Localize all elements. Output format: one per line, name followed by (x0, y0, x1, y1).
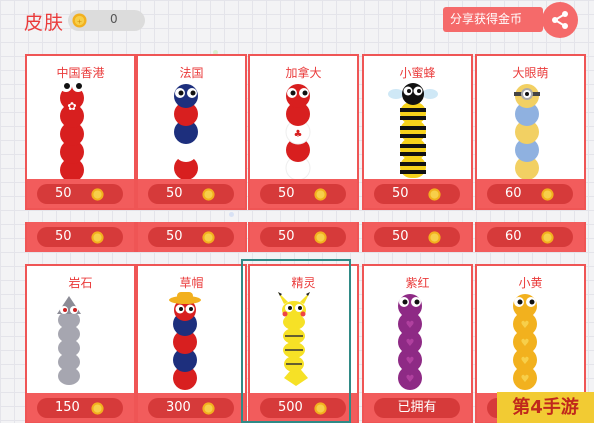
skin-card-hongkong[interactable]: 中国香港 ✿ 50 (25, 54, 136, 210)
price-value: 50 (55, 186, 72, 201)
svg-text:♥: ♥ (406, 374, 415, 385)
coin-amount: 0 (110, 12, 118, 26)
coin-icon (314, 231, 327, 244)
price-band: 50 (27, 179, 134, 208)
skin-card-strawhat[interactable]: 草帽 300 (136, 264, 247, 423)
skin-name: 小黄 (518, 276, 543, 290)
skin-name: 法国 (179, 66, 204, 80)
selection-highlight (241, 259, 351, 423)
price-value: 50 (278, 186, 295, 201)
coin-icon (91, 402, 104, 415)
buy-button[interactable]: 50 (37, 184, 123, 204)
snake-rock-image (57, 296, 81, 385)
coin-icon (202, 188, 215, 201)
share-button[interactable]: 分享获得金币 (443, 7, 543, 32)
svg-text:♥: ♥ (521, 356, 530, 367)
svg-text:♥: ♥ (521, 320, 530, 331)
snake-purple-image: ♥ ♥ ♥ ♥ (398, 294, 422, 390)
buy-button[interactable]: 50 (374, 227, 460, 247)
price-band: 已拥有 (364, 393, 471, 422)
buy-button[interactable]: 60 (487, 184, 573, 204)
buy-button[interactable]: 50 (374, 184, 460, 204)
svg-text:✿: ✿ (67, 100, 76, 113)
coin-icon (91, 231, 104, 244)
price-band: 60 (477, 179, 584, 208)
buy-button[interactable]: 60 (487, 227, 573, 247)
price-band: 50 (138, 179, 245, 208)
owned-badge[interactable]: 已拥有 (374, 398, 460, 418)
coin-icon (91, 188, 104, 201)
buy-button[interactable]: 50 (148, 184, 234, 204)
buy-button[interactable]: 300 (148, 398, 234, 418)
price-value: 50 (392, 186, 409, 201)
skin-card-purple[interactable]: 紫红 ♥ ♥ ♥ ♥ 已拥有 (362, 264, 473, 423)
coin-icon (541, 231, 554, 244)
snake-canada-image: ♣ (285, 84, 311, 181)
skin-card-minion[interactable]: 大眼萌 60 (475, 54, 586, 210)
price-value: 300 (166, 400, 191, 415)
watermark-logo: 第4手游 (497, 392, 594, 423)
price-band: 50 (364, 179, 471, 208)
svg-text:♥: ♥ (521, 338, 530, 349)
svg-text:♣: ♣ (294, 129, 303, 140)
price-band-repeat: 50 (362, 222, 473, 252)
price-band-repeat: 50 (248, 222, 359, 252)
snake-hongkong-image: ✿ (60, 80, 84, 182)
share-icon (552, 11, 568, 29)
price-value: 50 (166, 186, 183, 201)
skin-card-canada[interactable]: 加拿大 ♣ 50 (248, 54, 359, 210)
buy-button[interactable]: 50 (260, 184, 346, 204)
svg-text:♥: ♥ (406, 356, 415, 367)
svg-text:♥: ♥ (521, 374, 530, 385)
coin-icon: + (72, 13, 87, 28)
svg-text:♥: ♥ (406, 338, 415, 349)
skin-name: 紫红 (405, 276, 430, 290)
skin-name: 大眼萌 (512, 66, 549, 80)
buy-button[interactable]: 150 (37, 398, 123, 418)
price-band: 150 (27, 393, 134, 422)
background-dot (229, 212, 234, 217)
skin-card-rock[interactable]: 岩石 150 (25, 264, 136, 423)
coin-balance: + 0 (68, 10, 145, 31)
buy-button[interactable]: 50 (260, 227, 346, 247)
share-icon-button[interactable] (542, 2, 578, 38)
price-band-repeat: 50 (25, 222, 136, 252)
snake-bee-image (388, 83, 438, 178)
skin-name: 草帽 (179, 276, 204, 290)
svg-text:♥: ♥ (406, 320, 415, 331)
buy-button[interactable]: 50 (148, 227, 234, 247)
skin-card-bee[interactable]: 小蜜蜂 50 (362, 54, 473, 210)
snake-france-image (174, 84, 198, 180)
coin-icon (202, 402, 215, 415)
price-band-repeat: 60 (475, 222, 586, 252)
skin-name: 小蜜蜂 (399, 66, 436, 80)
price-band-repeat: 50 (136, 222, 247, 252)
coin-icon (202, 231, 215, 244)
price-value: 150 (55, 400, 80, 415)
skin-name: 加拿大 (285, 66, 322, 80)
price-band: 50 (250, 179, 357, 208)
price-value: 50 (166, 229, 183, 244)
skin-name: 中国香港 (56, 66, 105, 80)
coin-icon (428, 231, 441, 244)
skin-name: 岩石 (68, 276, 93, 290)
coin-icon (428, 188, 441, 201)
price-value: 50 (392, 229, 409, 244)
price-value: 60 (505, 186, 522, 201)
skin-card-france[interactable]: 法国 50 (136, 54, 247, 210)
svg-text:+: + (77, 17, 83, 25)
price-value: 60 (505, 229, 522, 244)
price-value: 50 (278, 229, 295, 244)
coin-icon (314, 188, 327, 201)
page-title: 皮肤 (24, 12, 65, 34)
coin-icon (541, 188, 554, 201)
snake-minion-image (514, 84, 540, 180)
snake-strawhat-image (169, 292, 201, 390)
snake-yellow-image: ♥ ♥ ♥ ♥ (513, 294, 537, 390)
price-value: 50 (55, 229, 72, 244)
price-band: 300 (138, 393, 245, 422)
buy-button[interactable]: 50 (37, 227, 123, 247)
